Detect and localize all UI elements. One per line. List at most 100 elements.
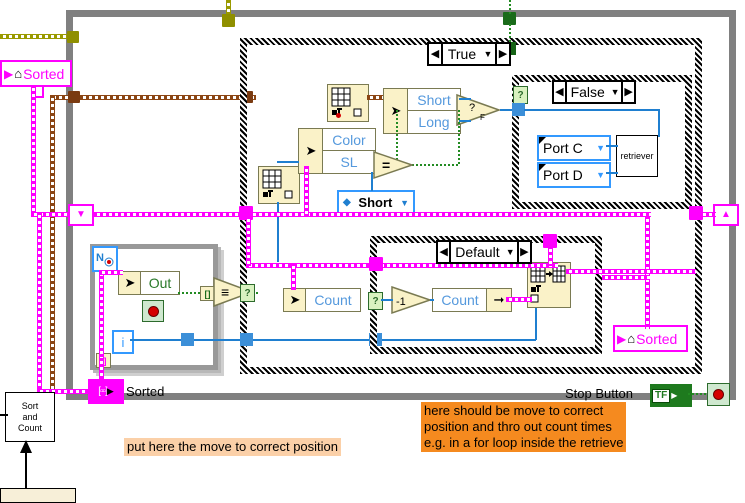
sorted-input-terminal[interactable]: ▶ ⌂ Sorted <box>0 60 72 87</box>
for-loop-tunnel-i[interactable] <box>181 333 194 346</box>
wire-i-out <box>130 339 186 341</box>
boolean-led-indicator[interactable] <box>142 300 164 322</box>
ring-constant-port-c[interactable]: Port C ▼ <box>537 135 611 161</box>
case-selector-label-false: False <box>570 84 605 100</box>
unbundle-arrow-color-sl[interactable]: ➤ <box>298 128 324 174</box>
stop-button-label: Stop Button <box>565 386 633 401</box>
svg-text:-1: -1 <box>396 296 406 308</box>
wire-false-tunnel-down <box>658 109 660 137</box>
svg-text:F: F <box>480 113 485 122</box>
cluster-wire-forloop-top <box>99 270 123 275</box>
ring-corner-icon-c <box>539 137 546 144</box>
wire-i-to-case <box>194 339 244 341</box>
wire-port-c-to-retriever <box>606 145 618 147</box>
cluster-wire-forloop-in <box>99 270 104 358</box>
wire-enum-to-equals <box>371 172 373 191</box>
case-prev-arrow-false[interactable]: ◀ <box>554 86 565 98</box>
case-prev-arrow-default[interactable]: ◀ <box>438 246 449 258</box>
unbundle-field-long: Long <box>407 110 461 134</box>
case-dropdown-arrow-false[interactable]: ▼ <box>609 87 622 97</box>
led-glyph <box>147 305 159 317</box>
ring-corner-icon-d <box>539 164 546 171</box>
port-d-value: Port D <box>543 167 583 183</box>
case-selector-default[interactable]: ◀ Default ▼ ▶ <box>436 240 532 264</box>
case-next-arrow-default[interactable]: ▶ <box>519 246 530 258</box>
stop-led-indicator[interactable] <box>707 383 730 406</box>
sorted-indicator-terminal[interactable]: [▫▫] ▶ <box>88 379 124 404</box>
index-array-red-dot-upper <box>336 113 341 118</box>
cluster-wire-bundle-out <box>506 297 532 302</box>
subvi-sort-and-count[interactable]: Sort and Count <box>5 392 55 442</box>
case-tunnel-i-in[interactable] <box>240 333 253 346</box>
wire-stop-to-led <box>688 393 708 395</box>
case-next-arrow-false[interactable]: ▶ <box>623 86 634 98</box>
svg-text:N: N <box>96 252 104 264</box>
case-dropdown-arrow-true[interactable]: ▼ <box>481 49 495 59</box>
for-loop-iteration-terminal[interactable]: i <box>112 330 134 354</box>
enum-left-right-icon: ◆ <box>343 197 351 208</box>
array-index-icon <box>331 87 362 117</box>
wire-short-to-select <box>459 98 471 100</box>
boolean-wire-to-selector <box>509 0 511 14</box>
case-prev-arrow-true[interactable]: ◀ <box>429 48 441 60</box>
sorted-right-label: Sorted <box>636 330 678 347</box>
sorted-input-label: Sorted <box>23 65 65 82</box>
ring-constant-port-d[interactable]: Port D ▼ <box>537 162 611 188</box>
wire-color-in <box>277 161 299 163</box>
annotation-bottom-box <box>0 488 76 503</box>
sort-count-line1: Sort <box>21 400 39 411</box>
boolean-wire-equals-up2 <box>458 110 460 165</box>
enum-value-short: Short <box>358 195 393 210</box>
unbundle-field-sl: SL <box>322 150 376 174</box>
case-dropdown-arrow-default[interactable]: ▼ <box>504 247 517 257</box>
index-array-node-lower[interactable] <box>258 166 300 204</box>
cluster-wire-to-sorted-mid <box>602 275 650 280</box>
stop-button-terminal[interactable]: TF ▶ <box>650 384 692 407</box>
error-wire-left <box>0 34 74 39</box>
case-selector-terminal-false[interactable]: ? <box>513 86 528 104</box>
unbundle-field-count: Count <box>305 288 361 312</box>
stop-button-arrow-icon: ▶ <box>671 391 678 400</box>
increment-node[interactable]: -1 <box>390 285 433 315</box>
for-loop-count-terminal[interactable]: N <box>92 246 118 272</box>
stop-button-value: TF <box>652 388 671 403</box>
wire-increment-to-bundle <box>430 299 434 301</box>
unbundle-arrow-count[interactable]: ➤ <box>283 288 307 312</box>
cluster-junction-default-left <box>369 257 383 271</box>
svg-text:≡: ≡ <box>221 284 229 300</box>
error-wire-top <box>226 0 231 14</box>
cluster-wire-replace-out <box>566 269 696 274</box>
shift-register-right[interactable]: ▲ <box>713 204 739 226</box>
refnum-wire-horizontal <box>50 95 256 100</box>
wire-count-to-increment <box>381 299 393 301</box>
index-array-node-upper[interactable] <box>327 84 369 122</box>
equals-comparison-node[interactable]: = <box>372 150 415 180</box>
svg-text:?: ? <box>469 102 475 114</box>
sorted-indicator-label: Sorted <box>126 384 165 399</box>
error-wire-junction-left <box>67 31 79 43</box>
shift-register-up-icon: ▲ <box>721 209 731 220</box>
replace-array-subset-node[interactable] <box>527 262 571 308</box>
enum-dropdown-icon[interactable]: ▼ <box>398 198 411 208</box>
case-next-arrow-true[interactable]: ▶ <box>497 48 509 60</box>
subvi-retriever[interactable]: retriever <box>616 135 658 177</box>
sorted-right-terminal[interactable]: ▶ ⌂ Sorted <box>613 325 688 352</box>
annotation-note-light: put here the move to correct position <box>124 438 342 456</box>
block-diagram-canvas: ▶ ⌂ Sorted ◀ True ▼ ▶ Short Long ? F ➤ C… <box>0 0 745 503</box>
case-selector-true[interactable]: ◀ True ▼ ▶ <box>427 42 511 66</box>
wire-index-lower-to-color <box>277 202 279 262</box>
port-c-value: Port C <box>543 140 583 156</box>
case-selector-false[interactable]: ◀ False ▼ ▶ <box>552 80 636 104</box>
cluster-wire-right-out <box>700 212 716 217</box>
svg-text:=: = <box>382 157 390 173</box>
case-selector-terminal-default[interactable]: ? <box>240 284 255 302</box>
unbundle-field-out: Out <box>140 271 180 295</box>
shift-register-left-down[interactable]: ▼ <box>68 204 94 226</box>
wire-to-sort-count <box>0 414 8 416</box>
replace-array-icon <box>530 265 566 303</box>
annotation-note-dark: here should be move to correct position … <box>421 402 627 452</box>
cluster-wire-left-of-default <box>246 216 251 266</box>
cluster-wire-main-horizontal <box>76 212 651 217</box>
case-tunnel-count-in[interactable]: ? <box>368 292 383 310</box>
n-terminal-icon: N <box>96 252 114 267</box>
